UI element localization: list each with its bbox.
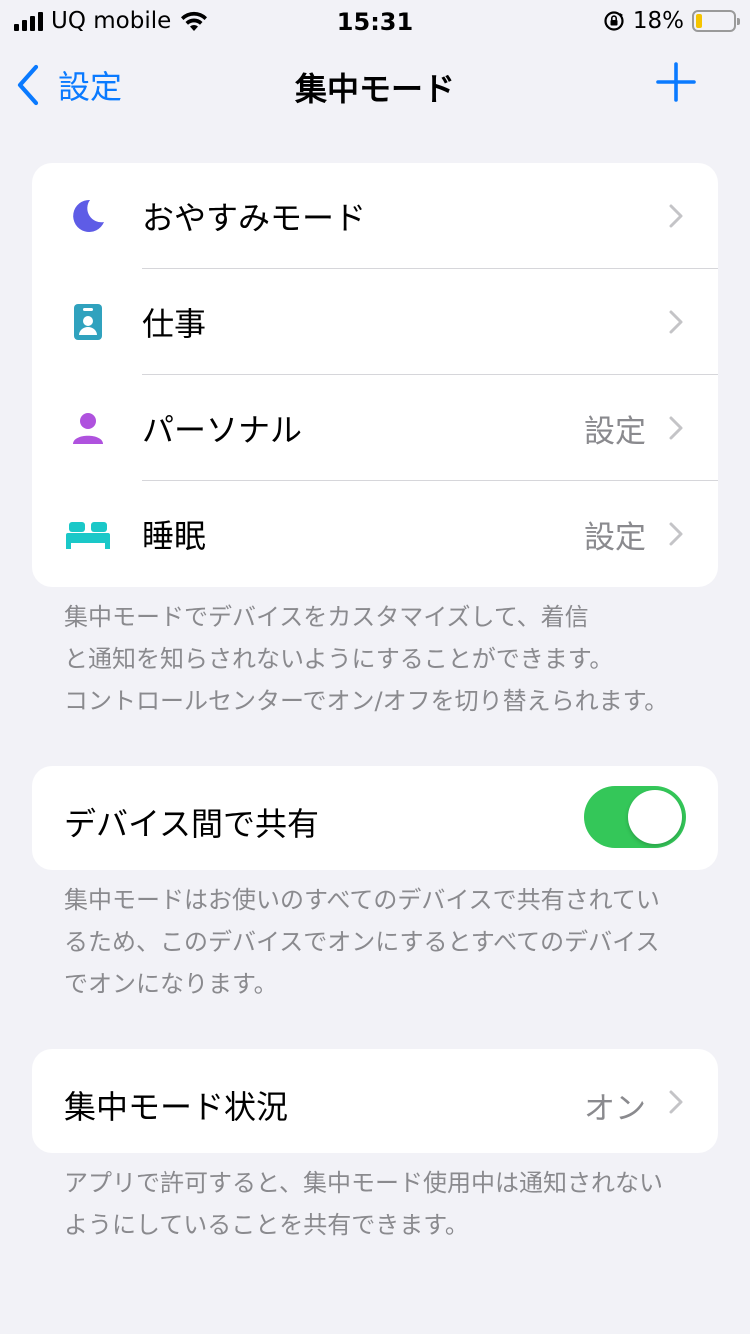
focus-item-personal[interactable]: パーソナル 設定 bbox=[32, 375, 718, 481]
share-across-devices-group: デバイス間で共有 bbox=[32, 766, 718, 870]
footer-line: 集中モードでデバイスをカスタマイズして、着信 bbox=[64, 603, 589, 631]
focus-status-row[interactable]: 集中モード状況 オン bbox=[32, 1049, 718, 1153]
chevron-right-icon bbox=[669, 416, 683, 440]
focus-item-value: 設定 bbox=[584, 413, 646, 450]
focus-item-sleep[interactable]: 睡眠 設定 bbox=[32, 481, 718, 587]
chevron-right-icon bbox=[669, 204, 683, 228]
chevron-right-icon bbox=[669, 310, 683, 334]
status-right: 18% bbox=[603, 8, 740, 34]
footer-line: るため、このデバイスでオンにするとすべてのデバイス bbox=[64, 928, 660, 956]
navigation-bar: 設定 集中モード bbox=[0, 44, 750, 124]
footer-line: と通知を知らされないようにすることができます。 bbox=[64, 645, 614, 673]
person-icon bbox=[66, 375, 110, 481]
chevron-right-icon bbox=[669, 1090, 683, 1114]
focus-item-label: おやすみモード bbox=[142, 199, 367, 237]
focus-item-sleep-mode[interactable]: おやすみモード bbox=[32, 163, 718, 269]
footer-line: ようにしていることを共有できます。 bbox=[64, 1211, 469, 1239]
footer-line: でオンになります。 bbox=[64, 970, 278, 998]
focus-status-label: 集中モード状況 bbox=[64, 1088, 289, 1126]
footer-line: アプリで許可すると、集中モード使用中は通知されない bbox=[64, 1169, 664, 1197]
focus-status-value: オン bbox=[584, 1091, 646, 1127]
focus-item-label: 仕事 bbox=[142, 305, 207, 343]
focus-item-label: 睡眠 bbox=[142, 517, 207, 555]
focus-item-value: 設定 bbox=[584, 519, 646, 556]
chevron-right-icon bbox=[669, 522, 683, 546]
status-bar: UQ mobile 15:31 18% bbox=[0, 0, 750, 44]
focus-item-work[interactable]: 仕事 bbox=[32, 269, 718, 375]
footer-line: コントロールセンターでオン/オフを切り替えられます。 bbox=[64, 687, 669, 715]
share-across-devices-row: デバイス間で共有 bbox=[32, 766, 718, 870]
share-across-devices-label: デバイス間で共有 bbox=[64, 805, 320, 843]
orientation-lock-icon bbox=[604, 11, 624, 31]
toggle-knob bbox=[628, 790, 682, 844]
bed-icon bbox=[66, 481, 110, 587]
focus-status-group: 集中モード状況 オン bbox=[32, 1049, 718, 1153]
battery-icon bbox=[692, 10, 740, 32]
focus-mode-list: おやすみモード 仕事 パーソナル 設定 睡眠 設定 bbox=[32, 163, 718, 587]
share-across-devices-toggle[interactable] bbox=[584, 786, 686, 848]
plus-icon bbox=[656, 62, 696, 102]
add-button[interactable] bbox=[656, 62, 696, 106]
footer-line: 集中モードはお使いのすべてのデバイスで共有されてい bbox=[64, 886, 660, 914]
id-badge-icon bbox=[66, 269, 110, 375]
moon-icon bbox=[66, 163, 110, 269]
focus-modes-footer: 集中モードでデバイスをカスタマイズして、着信 と通知を知らされないようにすること… bbox=[64, 596, 704, 722]
focus-status-footer: アプリで許可すると、集中モード使用中は通知されない ようにしていることを共有でき… bbox=[64, 1162, 704, 1246]
page-title: 集中モード bbox=[294, 70, 455, 108]
share-footer: 集中モードはお使いのすべてのデバイスで共有されてい るため、このデバイスでオンに… bbox=[64, 879, 704, 1005]
battery-percentage: 18% bbox=[632, 8, 684, 34]
focus-item-label: パーソナル bbox=[142, 411, 303, 449]
battery-level bbox=[696, 14, 703, 28]
